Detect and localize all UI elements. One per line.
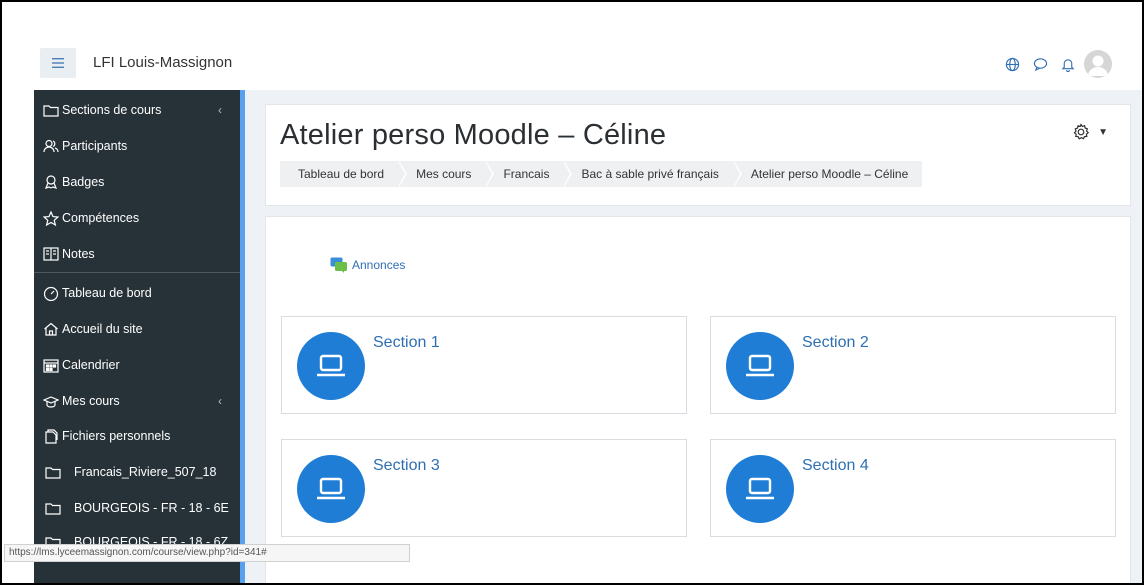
site-name-link[interactable]: LFI Louis-Massignon — [93, 54, 232, 71]
sidebar-item-site-home[interactable]: Accueil du site — [34, 314, 240, 344]
hamburger-icon — [52, 58, 64, 68]
section-title[interactable]: Section 2 — [802, 334, 869, 352]
sidebar-item-label: Badges — [62, 175, 105, 189]
sidebar-item-private-files[interactable]: Fichiers personnels — [34, 421, 240, 451]
breadcrumb-item-current[interactable]: Atelier perso Moodle – Céline — [732, 161, 923, 187]
language-menu[interactable] — [998, 52, 1026, 76]
sidebar-item-course[interactable]: BOURGEOIS - FR - 18 - 6E — [34, 493, 240, 523]
sidebar-item-label: Francais_Riviere_507_18 — [74, 465, 217, 479]
sidebar-item-label: Compétences — [62, 211, 140, 225]
forum-icon — [330, 257, 348, 273]
chevron-left-icon: ‹ — [218, 394, 222, 408]
navbar-icons — [998, 50, 1112, 78]
files-icon — [42, 428, 60, 444]
participants-icon — [42, 138, 60, 154]
breadcrumb-item[interactable]: Francais — [485, 161, 573, 187]
badge-icon — [42, 174, 60, 190]
page-content: Atelier perso Moodle – Céline ▼ Tableau … — [245, 90, 1142, 583]
sidebar-item-dashboard[interactable]: Tableau de bord — [34, 278, 240, 308]
sidebar-item-calendar[interactable]: Calendrier — [34, 350, 240, 380]
folder-icon — [42, 102, 60, 118]
status-bar-url: https://lms.lyceemassignon.com/course/vi… — [4, 544, 410, 562]
section-tile[interactable]: Section 2 — [710, 316, 1116, 414]
page-title: Atelier perso Moodle – Céline — [280, 119, 667, 151]
section-title[interactable]: Section 1 — [373, 334, 440, 352]
bell-icon — [1061, 58, 1075, 72]
home-icon — [42, 321, 60, 337]
sidebar-item-label: Calendrier — [62, 358, 120, 372]
sidebar-item-label: Participants — [62, 139, 128, 153]
laptop-icon — [746, 354, 774, 377]
sidebar-item-label: Mes cours — [62, 394, 120, 408]
laptop-icon — [317, 477, 345, 500]
laptop-icon — [317, 354, 345, 377]
breadcrumb-item[interactable]: Tableau de bord — [280, 161, 408, 187]
sidebar-item-label: Notes — [62, 247, 95, 261]
sidebar-item-label: Accueil du site — [62, 322, 143, 336]
breadcrumb: Tableau de bord Mes cours Francais Bac à… — [280, 161, 923, 187]
browser-viewport: LFI Louis-Massignon Sections de cours ‹ … — [2, 2, 1142, 583]
laptop-icon — [746, 477, 774, 500]
sidebar-item-competencies[interactable]: Compétences — [34, 203, 240, 233]
sidebar-item-badges[interactable]: Badges — [34, 167, 240, 197]
sidebar-item-course[interactable]: Francais_Riviere_507_18 — [34, 457, 240, 487]
section-tile[interactable]: Section 1 — [281, 316, 687, 414]
globe-icon — [1005, 57, 1019, 71]
section-title[interactable]: Section 3 — [373, 457, 440, 475]
gear-icon — [1073, 123, 1090, 140]
section-icon-circle — [726, 455, 794, 523]
sidebar-item-label: Fichiers personnels — [62, 429, 171, 443]
star-icon — [42, 210, 60, 226]
top-navbar: LFI Louis-Massignon — [2, 2, 1142, 90]
section-icon-circle — [726, 332, 794, 400]
calendar-icon — [42, 357, 60, 373]
announcements-label: Annonces — [352, 258, 406, 272]
folder-icon — [44, 464, 62, 480]
sidebar-toggle-button[interactable] — [40, 48, 76, 78]
sidebar-item-participants[interactable]: Participants — [34, 131, 240, 161]
user-avatar[interactable] — [1084, 50, 1112, 78]
notifications-toggle[interactable] — [1054, 52, 1082, 76]
section-tile[interactable]: Section 3 — [281, 439, 687, 537]
chevron-left-icon: ‹ — [218, 103, 222, 117]
section-icon-circle — [297, 455, 365, 523]
messages-toggle[interactable] — [1026, 52, 1054, 76]
folder-icon — [44, 500, 62, 516]
nav-drawer: Sections de cours ‹ Participants Badges … — [34, 90, 240, 583]
sidebar-divider — [34, 272, 240, 273]
section-title[interactable]: Section 4 — [802, 457, 869, 475]
section-icon-circle — [297, 332, 365, 400]
sidebar-item-label: Tableau de bord — [62, 286, 152, 300]
sidebar-item-grades[interactable]: Notes — [34, 239, 240, 269]
sidebar-item-label: Sections de cours — [62, 103, 162, 117]
sidebar-item-my-courses[interactable]: Mes cours ‹ — [34, 386, 240, 416]
sidebar-item-sections[interactable]: Sections de cours ‹ — [34, 95, 240, 125]
course-settings-menu[interactable]: ▼ — [1072, 123, 1108, 141]
page-header: Atelier perso Moodle – Céline ▼ Tableau … — [265, 104, 1131, 206]
section-tile[interactable]: Section 4 — [710, 439, 1116, 537]
graduation-cap-icon — [42, 393, 60, 409]
sidebar-item-label: BOURGEOIS - FR - 18 - 6E — [74, 501, 229, 515]
breadcrumb-item[interactable]: Bac à sable privé français — [563, 161, 743, 187]
caret-down-icon: ▼ — [1098, 126, 1108, 138]
course-content: Annonces Section 1 Section 2 Section 3 S… — [265, 216, 1131, 583]
user-icon — [1084, 50, 1112, 78]
breadcrumb-item[interactable]: Mes cours — [398, 161, 495, 187]
chat-icon — [1033, 58, 1047, 71]
announcements-link[interactable]: Annonces — [330, 257, 405, 273]
dashboard-icon — [42, 285, 60, 301]
gradebook-icon — [42, 246, 60, 262]
